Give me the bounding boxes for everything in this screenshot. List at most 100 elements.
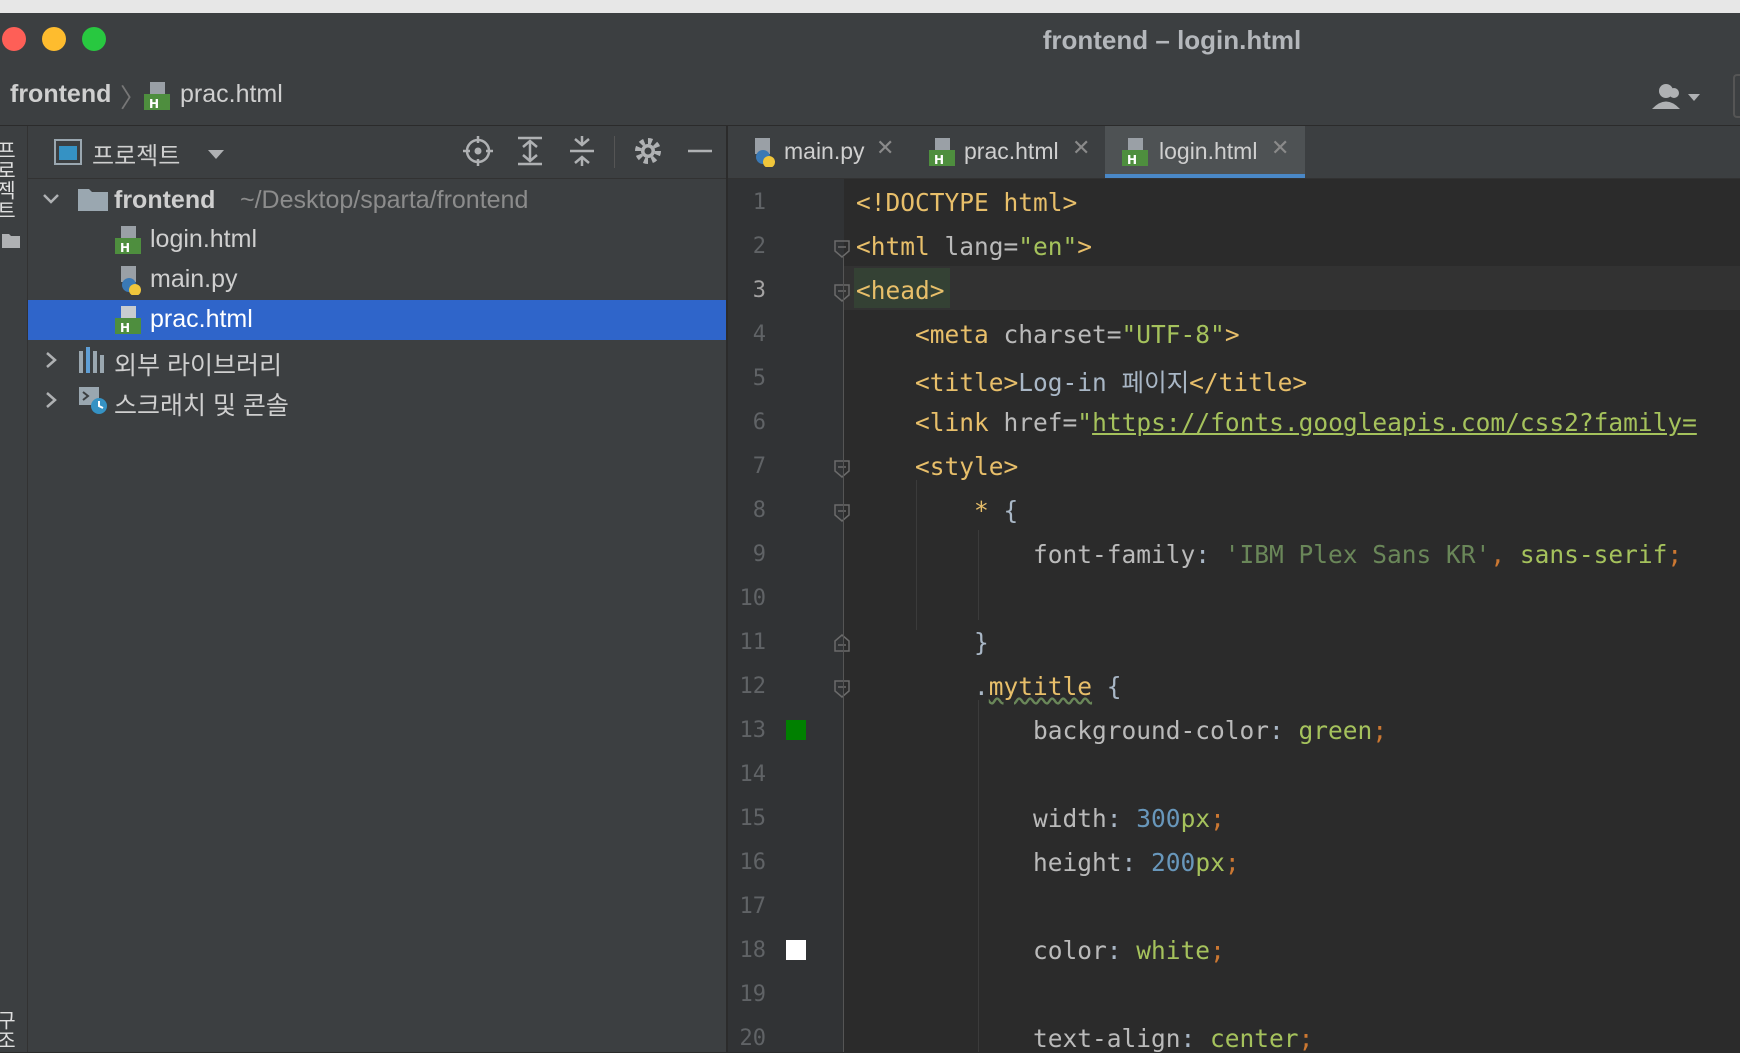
code-line-11: } (856, 628, 989, 657)
chevron-down-icon[interactable] (42, 192, 60, 206)
screen-top-strip (0, 0, 1740, 13)
tree-item-scratches[interactable]: 스크래치 및 콘솔 (28, 380, 726, 420)
tree-item-main-py[interactable]: main.py (28, 260, 726, 300)
gear-icon[interactable] (631, 134, 665, 168)
code-token: px (1180, 804, 1211, 833)
breadcrumb-file[interactable]: prac.html (180, 80, 283, 109)
user-account-icon[interactable] (1648, 82, 1704, 112)
fold-marker-icon[interactable] (834, 460, 850, 478)
tab-prac-html[interactable]: H prac.html ✕ (920, 126, 1100, 178)
code-token: px (1195, 848, 1225, 877)
code-token: : (1180, 1024, 1211, 1053)
code-line-13: background-color: green; (856, 716, 1387, 745)
tree-item-login-html[interactable]: H login.html (28, 220, 726, 260)
code-token: * (974, 496, 989, 525)
code-token: 200 (1151, 848, 1196, 877)
line-number: 13 (739, 718, 767, 743)
tree-file-label: main.py (150, 265, 238, 293)
fold-marker-icon[interactable] (834, 680, 850, 698)
fold-marker-icon[interactable] (834, 284, 850, 302)
svg-text:H: H (149, 97, 159, 111)
code-token: font-family (1033, 540, 1196, 569)
project-view-selector[interactable]: 프로젝트 (92, 136, 180, 171)
code-token: <!DOCTYPE html> (856, 188, 1078, 217)
code-line-6: <link href="https://fonts.googleapis.com… (856, 408, 1697, 437)
code-token: charset= (988, 320, 1122, 349)
tree-root-name: frontend (114, 186, 216, 214)
code-line-2: <html lang="en"> (856, 232, 1092, 261)
line-number: 4 (752, 322, 766, 347)
line-number: 10 (739, 586, 767, 611)
fold-marker-icon[interactable] (834, 504, 850, 522)
chevron-right-icon[interactable] (44, 391, 58, 409)
breadcrumb-project[interactable]: frontend (10, 80, 111, 109)
tree-item-prac-html[interactable]: H prac.html (28, 300, 726, 340)
tab-label: prac.html (964, 138, 1059, 164)
line-number: 1 (752, 190, 766, 215)
locate-file-icon[interactable] (461, 134, 495, 168)
close-icon[interactable]: ✕ (876, 136, 894, 161)
code-token: sans-serif (1519, 540, 1668, 569)
line-number: 5 (752, 366, 766, 391)
code-token: : (1106, 936, 1137, 965)
code-token: background-color (1033, 716, 1270, 745)
line-number: 3 (752, 278, 766, 303)
code-link[interactable]: https://fonts.googleapis.com/css2?family… (1092, 408, 1697, 437)
code-line-8: * { (856, 496, 1018, 525)
tab-login-html[interactable]: H login.html ✕ (1105, 126, 1305, 178)
color-swatch-green[interactable] (786, 720, 806, 740)
code-token: Log-in 페이지 (1018, 368, 1190, 397)
expand-all-icon[interactable] (513, 134, 547, 168)
tab-main-py[interactable]: main.py ✕ (740, 126, 910, 178)
code-token: <link (915, 408, 989, 437)
toolbar-divider (614, 136, 615, 168)
html-file-icon: H (115, 306, 141, 335)
collapse-all-icon[interactable] (565, 134, 599, 168)
html-file-icon: H (929, 138, 955, 167)
code-token: ; (1667, 540, 1683, 569)
project-tool-window-tab[interactable]: 프로젝트 (0, 140, 20, 220)
code-token: <html (856, 232, 930, 261)
code-token: </title> (1189, 368, 1308, 397)
tree-file-label: prac.html (150, 305, 253, 333)
structure-tool-window-tab[interactable]: 구조 (0, 1010, 20, 1050)
code-token: lang= (929, 232, 1019, 261)
project-view-icon (54, 139, 82, 165)
code-token: <title> (915, 368, 1019, 397)
code-token: color (1033, 936, 1107, 965)
folder-icon (78, 189, 108, 211)
code-line-5: <title>Log-in 페이지</title> (856, 364, 1307, 399)
window-title: frontend – login.html (1042, 25, 1302, 55)
line-number: 9 (752, 542, 766, 567)
scratches-icon (79, 387, 107, 414)
code-token: { (1092, 672, 1122, 701)
chevron-right-icon[interactable] (44, 351, 58, 369)
line-number: 19 (739, 982, 767, 1007)
python-file-icon (755, 138, 775, 167)
tab-label: login.html (1159, 138, 1258, 164)
code-token: " (1077, 408, 1093, 437)
folder-icon (2, 234, 20, 248)
code-token: <head> (856, 276, 945, 305)
chevron-down-icon[interactable] (206, 148, 226, 160)
hide-panel-icon[interactable] (683, 134, 717, 168)
code-token: href= (988, 408, 1078, 437)
code-token: text-align (1033, 1024, 1181, 1053)
svg-text:H: H (120, 321, 130, 335)
close-icon[interactable]: ✕ (1271, 136, 1289, 161)
code-token: 300 (1136, 804, 1181, 833)
library-icon (79, 347, 104, 373)
code-token: width (1033, 804, 1107, 833)
svg-text:H: H (120, 241, 130, 255)
tree-item-root[interactable]: frontend ~/Desktop/sparta/frontend (28, 180, 726, 220)
code-token: white (1136, 936, 1211, 965)
fold-marker-icon[interactable] (834, 240, 850, 258)
tree-item-external-libraries[interactable]: 외부 라이브러리 (28, 340, 726, 380)
line-number: 20 (739, 1026, 767, 1051)
tree-label-scratches: 스크래치 및 콘솔 (114, 392, 289, 420)
line-number: 2 (752, 234, 766, 259)
fold-end-marker-icon[interactable] (834, 634, 850, 652)
code-token: > (1077, 232, 1093, 261)
close-icon[interactable]: ✕ (1072, 136, 1090, 161)
color-swatch-white[interactable] (786, 940, 806, 960)
